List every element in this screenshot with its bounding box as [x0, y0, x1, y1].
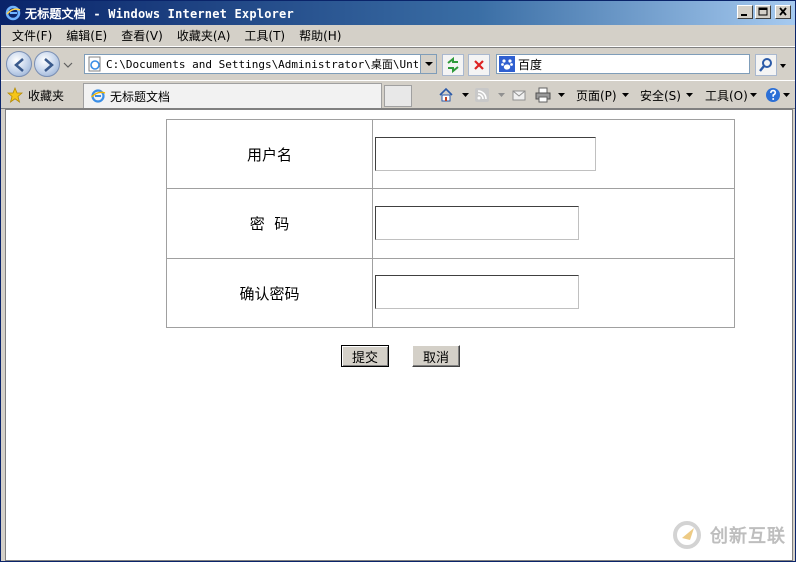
forward-button[interactable]	[34, 51, 60, 77]
tab-label: 无标题文档	[110, 89, 171, 104]
ie-logo-icon	[5, 5, 21, 21]
menu-view[interactable]: 查看(V)	[114, 27, 170, 44]
confirm-password-cell	[374, 259, 734, 327]
watermark-text: 创新互联	[710, 526, 786, 547]
tools-menu-button[interactable]: 工具(O)	[705, 87, 748, 104]
username-label: 用户名	[167, 120, 373, 188]
title-bar[interactable]: 无标题文档 - Windows Internet Explorer	[1, 1, 795, 25]
tab-untitled[interactable]: 无标题文档	[83, 83, 382, 108]
feeds-icon[interactable]	[474, 87, 490, 103]
password-label: 密 码	[167, 189, 373, 258]
search-input[interactable]: 百度	[496, 54, 750, 74]
chevron-down-icon	[425, 62, 433, 66]
username-input[interactable]	[375, 137, 596, 171]
menu-help[interactable]: 帮助(H)	[292, 27, 348, 44]
password-input[interactable]	[375, 206, 579, 240]
page-menu-dropdown-icon[interactable]	[622, 92, 629, 98]
feeds-dropdown-icon[interactable]	[498, 92, 505, 98]
form-row-password: 密 码	[167, 189, 734, 259]
ie-page-icon	[91, 89, 106, 103]
print-icon[interactable]	[535, 87, 551, 103]
registration-form-table: 用户名 密 码 确认密码	[166, 119, 735, 328]
home-dropdown-icon[interactable]	[462, 92, 469, 98]
address-dropdown-button[interactable]	[420, 55, 436, 73]
confirm-password-label: 确认密码	[167, 259, 373, 327]
stop-icon	[474, 60, 484, 70]
cancel-button[interactable]: 取消	[412, 345, 460, 367]
page-icon	[88, 56, 101, 72]
password-cell	[374, 189, 734, 258]
history-dropdown-icon[interactable]	[63, 61, 73, 69]
search-icon	[759, 58, 772, 72]
favorites-bar: 收藏夹 无标题文档 页面(P) 安全(S) 工具(O)	[1, 81, 795, 109]
menu-favorites[interactable]: 收藏夹(A)	[170, 27, 238, 44]
forward-arrow-icon	[44, 58, 54, 72]
close-button[interactable]	[775, 5, 791, 19]
menu-bar: 文件(F) 编辑(E) 查看(V) 收藏夹(A) 工具(T) 帮助(H)	[1, 25, 795, 47]
watermark: 创新互联	[672, 520, 786, 550]
submit-button[interactable]: 提交	[341, 345, 389, 367]
window-title: 无标题文档 - Windows Internet Explorer	[25, 6, 294, 21]
home-icon[interactable]	[438, 87, 454, 103]
minimize-icon	[741, 14, 747, 16]
address-url: C:\Documents and Settings\Administrator\…	[106, 58, 418, 71]
confirm-password-input[interactable]	[375, 275, 579, 309]
refresh-button[interactable]	[442, 54, 464, 76]
menu-edit[interactable]: 编辑(E)	[59, 27, 114, 44]
tools-menu-dropdown-icon[interactable]	[750, 92, 757, 98]
maximize-icon	[758, 7, 768, 16]
print-dropdown-icon[interactable]	[558, 92, 565, 98]
back-button[interactable]	[6, 51, 32, 77]
close-icon	[779, 7, 787, 16]
form-row-confirm-password: 确认密码	[167, 259, 734, 327]
menu-file[interactable]: 文件(F)	[5, 27, 59, 44]
new-tab-button[interactable]	[384, 85, 412, 107]
maximize-button[interactable]	[755, 5, 771, 19]
search-button[interactable]	[755, 54, 777, 76]
minimize-button[interactable]	[737, 5, 753, 19]
address-input[interactable]: C:\Documents and Settings\Administrator\…	[84, 54, 437, 74]
favorites-star-icon[interactable]	[7, 87, 23, 103]
search-options-dropdown-icon[interactable]	[778, 62, 788, 70]
address-bar: C:\Documents and Settings\Administrator\…	[1, 47, 795, 81]
page-menu-button[interactable]: 页面(P)	[576, 87, 617, 104]
menu-tools[interactable]: 工具(T)	[237, 27, 292, 44]
refresh-icon	[447, 56, 459, 74]
help-dropdown-icon[interactable]	[783, 92, 790, 98]
safety-menu-button[interactable]: 安全(S)	[640, 87, 681, 104]
search-provider-text: 百度	[518, 57, 543, 72]
form-row-username: 用户名	[167, 120, 734, 189]
back-arrow-icon	[14, 58, 24, 72]
baidu-paw-icon	[499, 56, 515, 72]
watermark-logo-icon	[673, 521, 701, 549]
stop-button[interactable]	[468, 54, 490, 76]
page-content: 用户名 密 码 确认密码 提交 取消 创新互联	[5, 109, 793, 561]
favorites-label[interactable]: 收藏夹	[28, 87, 64, 104]
safety-menu-dropdown-icon[interactable]	[686, 92, 693, 98]
read-mail-icon[interactable]	[511, 87, 527, 103]
help-icon[interactable]	[765, 87, 781, 103]
username-cell	[374, 120, 734, 188]
ie-window: 无标题文档 - Windows Internet Explorer 文件(F) …	[0, 0, 796, 562]
